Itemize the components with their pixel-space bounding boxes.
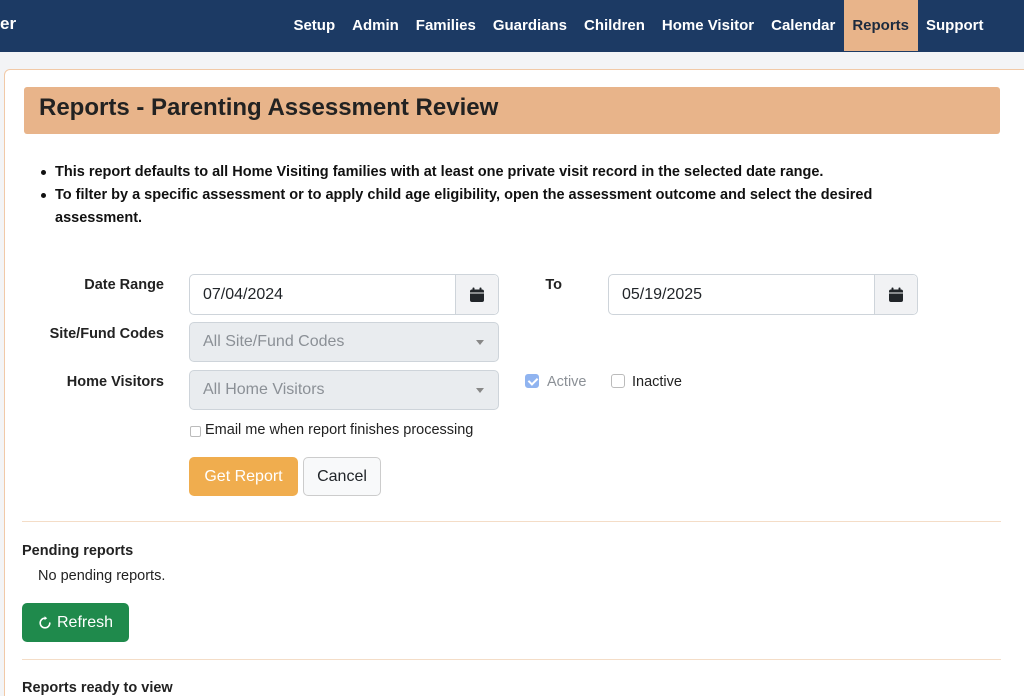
pending-reports-title: Pending reports bbox=[22, 543, 134, 559]
nav-item-guardians[interactable]: Guardians bbox=[484, 0, 575, 51]
active-label: Active bbox=[547, 374, 587, 390]
start-date-calendar-button[interactable] bbox=[455, 275, 498, 314]
pending-empty-text: No pending reports. bbox=[38, 568, 166, 584]
calendar-icon bbox=[889, 287, 903, 302]
email-label: Email me when report finishes processing bbox=[205, 422, 474, 438]
divider bbox=[22, 659, 1001, 660]
nav-menu: Setup Admin Families Guardians Children … bbox=[285, 0, 992, 51]
page-header: Reports - Parenting Assessment Review bbox=[24, 87, 1000, 134]
cancel-button[interactable]: Cancel bbox=[303, 457, 381, 496]
ready-reports-title: Reports ready to view bbox=[22, 680, 173, 696]
end-date-group bbox=[608, 274, 918, 315]
nav-item-home-visitor[interactable]: Home Visitor bbox=[653, 0, 762, 51]
nav-item-admin[interactable]: Admin bbox=[344, 0, 408, 51]
date-range-label: Date Range bbox=[84, 277, 164, 293]
calendar-icon bbox=[470, 287, 484, 302]
page-title: Reports - Parenting Assessment Review bbox=[39, 94, 499, 121]
home-visitors-label: Home Visitors bbox=[66, 374, 164, 390]
site-fund-select[interactable]: All Site/Fund Codes bbox=[189, 322, 499, 362]
active-checkbox[interactable] bbox=[525, 374, 539, 388]
info-note: This report defaults to all Home Visitin… bbox=[37, 161, 937, 184]
chevron-down-icon bbox=[476, 388, 484, 393]
inactive-label: Inactive bbox=[632, 374, 682, 390]
refresh-icon bbox=[39, 615, 51, 629]
start-date-group bbox=[189, 274, 499, 315]
info-note: To filter by a specific assessment or to… bbox=[37, 184, 937, 230]
nav-item-support[interactable]: Support bbox=[918, 0, 993, 51]
refresh-label: Refresh bbox=[56, 613, 114, 631]
nav-item-reports[interactable]: Reports bbox=[843, 0, 918, 51]
brand-name[interactable]: er bbox=[0, 14, 16, 34]
site-fund-value: All Site/Fund Codes bbox=[203, 333, 345, 350]
top-navbar: er Setup Admin Families Guardians Childr… bbox=[0, 0, 1024, 52]
get-report-button[interactable]: Get Report bbox=[189, 457, 298, 496]
start-date-input[interactable] bbox=[190, 275, 455, 314]
refresh-button[interactable]: Refresh bbox=[22, 603, 129, 642]
home-visitors-select[interactable]: All Home Visitors bbox=[189, 370, 499, 410]
site-fund-label: Site/Fund Codes bbox=[49, 326, 164, 342]
chevron-down-icon bbox=[476, 340, 484, 345]
nav-item-families[interactable]: Families bbox=[407, 0, 484, 51]
info-notes: This report defaults to all Home Visitin… bbox=[37, 161, 937, 230]
end-date-calendar-button[interactable] bbox=[874, 275, 917, 314]
nav-item-setup[interactable]: Setup bbox=[285, 0, 344, 51]
inactive-checkbox[interactable] bbox=[611, 374, 625, 388]
nav-item-calendar[interactable]: Calendar bbox=[763, 0, 844, 51]
end-date-input[interactable] bbox=[609, 275, 874, 314]
home-visitors-value: All Home Visitors bbox=[203, 381, 325, 398]
nav-item-children[interactable]: Children bbox=[576, 0, 654, 51]
divider bbox=[22, 521, 1001, 522]
to-label: To bbox=[545, 277, 562, 293]
email-checkbox[interactable] bbox=[190, 426, 201, 437]
